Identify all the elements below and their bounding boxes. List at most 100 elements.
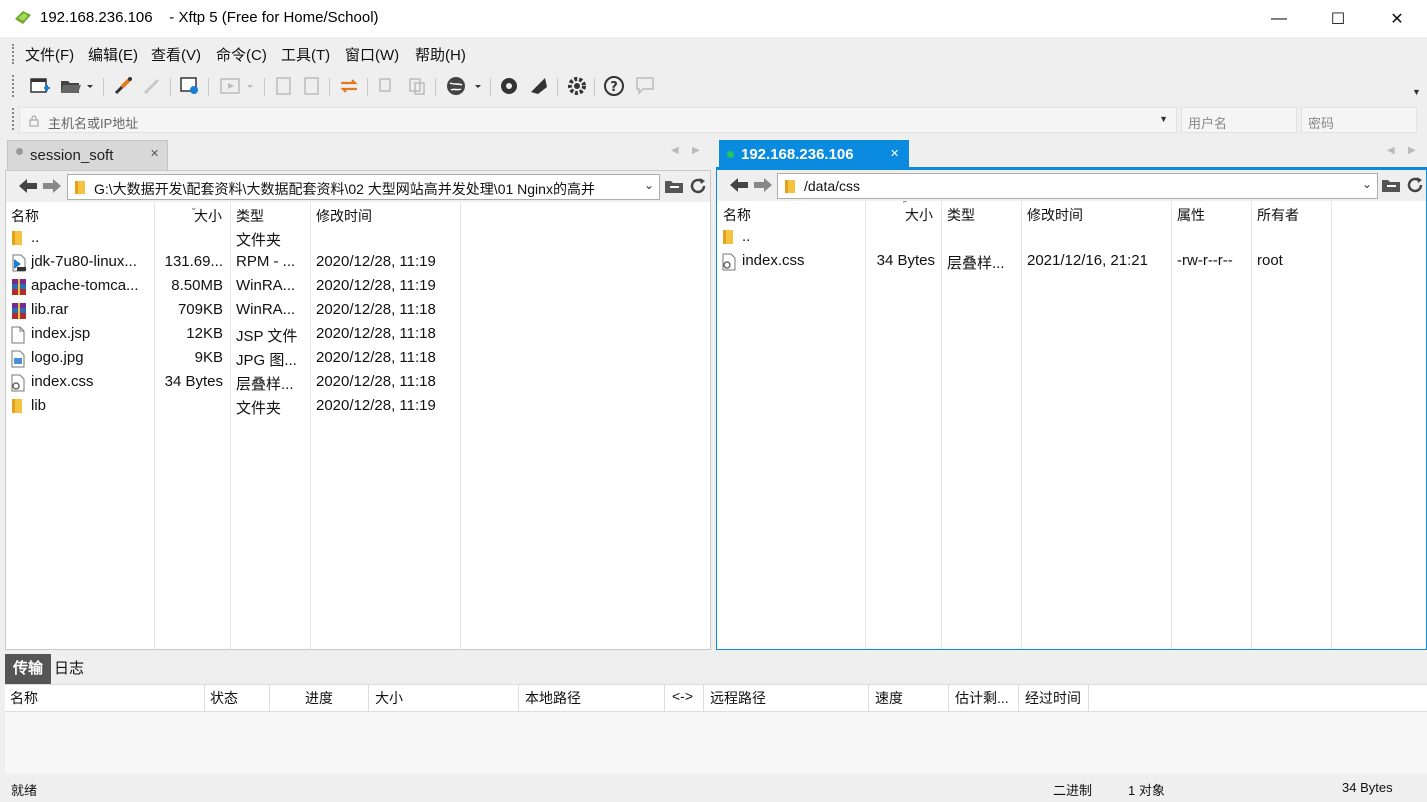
back-arrow-icon[interactable]	[728, 176, 750, 194]
column-header-name[interactable]: 名称	[723, 205, 751, 225]
host-input[interactable]: 主机名或IP地址 ▼	[19, 107, 1177, 133]
column-header-name[interactable]: 名称	[11, 206, 39, 226]
file-row[interactable]: index.css 34 Bytes 层叠样... 2021/12/16, 21:21…	[717, 249, 1426, 273]
host-dropdown-icon[interactable]: ▼	[1159, 114, 1168, 124]
column-header-size[interactable]: 大小	[905, 205, 933, 225]
upload-button[interactable]	[272, 74, 296, 98]
connected-dot-icon	[727, 151, 734, 158]
copy-button[interactable]	[375, 74, 399, 98]
refresh-icon[interactable]	[688, 176, 708, 196]
local-file-list: 名称 ⌄ 大小 类型 修改时间 .. 文件夹 jdk-7u80-linux... 13…	[6, 202, 710, 649]
xshell-button[interactable]	[497, 74, 521, 98]
column-header-type[interactable]: 类型	[947, 205, 975, 225]
tab-scroll-left-icon[interactable]: ◀	[671, 145, 679, 156]
column-header-type[interactable]: 类型	[236, 206, 264, 226]
session-properties-button[interactable]	[178, 74, 202, 98]
column-divider	[518, 684, 519, 712]
menu-tools[interactable]: 工具(T)	[281, 44, 330, 65]
status-bar: 就绪 二进制 1 对象 34 Bytes	[0, 774, 1427, 802]
file-row[interactable]: jdk-7u80-linux... 131.69... RPM - ... 2020/…	[6, 250, 710, 274]
transfer-list	[5, 712, 1427, 774]
file-row[interactable]: lib 文件夹 2020/12/28, 11:19	[6, 394, 710, 418]
file-row[interactable]: index.jsp 12KB JSP 文件 2020/12/28, 11:18	[6, 322, 710, 346]
menu-help[interactable]: 帮助(H)	[415, 44, 466, 65]
open-folder-icon[interactable]	[1381, 176, 1403, 194]
transfer-col-remote-path[interactable]: 远程路径	[710, 688, 766, 708]
username-input[interactable]: 用户名	[1181, 107, 1297, 133]
download-button[interactable]	[300, 74, 324, 98]
transfer-col-progress[interactable]: 进度	[305, 688, 333, 708]
forward-arrow-icon[interactable]	[752, 176, 774, 194]
transfer-col-speed[interactable]: 速度	[875, 688, 903, 708]
transfer-col-size[interactable]: 大小	[375, 688, 403, 708]
tab-transfers[interactable]: 传输	[5, 654, 52, 684]
file-modified: 2020/12/28, 11:18	[316, 349, 436, 366]
menu-edit[interactable]: 编辑(E)	[88, 44, 138, 65]
refresh-icon[interactable]	[1405, 175, 1425, 195]
column-header-size[interactable]: 大小	[194, 206, 222, 226]
transfer-col-local-path[interactable]: 本地路径	[525, 688, 581, 708]
column-header-modified[interactable]: 修改时间	[1027, 205, 1083, 225]
tab-local-session[interactable]: session_soft ✕	[7, 140, 168, 170]
new-session-button[interactable]	[28, 74, 52, 98]
minimize-button[interactable]: —	[1256, 0, 1302, 37]
transfer-col-status[interactable]: 状态	[210, 688, 238, 708]
archive-icon	[10, 301, 26, 319]
column-header-attributes[interactable]: 属性	[1177, 205, 1205, 225]
options-button[interactable]	[565, 74, 589, 98]
transfer-col-eta[interactable]: 估计剩...	[955, 688, 1009, 708]
tab-remote-session[interactable]: 192.168.236.106 ✕	[719, 140, 909, 170]
toolbar-overflow-icon[interactable]: ▼	[1412, 87, 1421, 97]
local-path-field[interactable]: G:\大数据开发\配套资料\大数据配套资料\02 大型网站高并发处理\01 Ng…	[67, 174, 660, 200]
menu-window[interactable]: 窗口(W)	[345, 44, 399, 65]
open-session-button[interactable]	[58, 74, 96, 98]
help-button[interactable]: ?	[602, 74, 626, 98]
open-folder-icon[interactable]	[664, 177, 686, 195]
transfer-col-name[interactable]: 名称	[10, 688, 38, 708]
tab-scroll-left-icon[interactable]: ◀	[1387, 145, 1395, 156]
file-row[interactable]: .. 文件夹	[6, 226, 710, 250]
path-dropdown-icon[interactable]: ⌄	[1362, 177, 1372, 191]
back-arrow-icon[interactable]	[17, 177, 39, 195]
tab-scroll-right-icon[interactable]: ▶	[1408, 145, 1416, 156]
menu-command[interactable]: 命令(C)	[216, 44, 267, 65]
tab-close-icon[interactable]: ✕	[890, 147, 899, 160]
tab-close-icon[interactable]: ✕	[150, 147, 159, 160]
file-row[interactable]: ..	[717, 225, 1426, 249]
path-dropdown-icon[interactable]: ⌄	[644, 178, 654, 192]
new-session-icon	[30, 78, 50, 93]
forward-arrow-icon[interactable]	[41, 177, 63, 195]
remote-path-field[interactable]: /data/css ⌄	[777, 173, 1378, 199]
encoding-button[interactable]	[444, 74, 484, 98]
tab-log[interactable]: 日志	[46, 654, 92, 684]
transfer-col-direction[interactable]: <->	[672, 688, 693, 704]
transfer-col-elapsed[interactable]: 经过时间	[1025, 688, 1081, 708]
folder-open-icon	[61, 81, 93, 93]
file-row[interactable]: logo.jpg 9KB JPG 图... 2020/12/28, 11:18	[6, 346, 710, 370]
local-path-text: G:\大数据开发\配套资料\大数据配套资料\02 大型网站高并发处理\01 Ng…	[94, 181, 595, 197]
menu-view[interactable]: 查看(V)	[151, 44, 201, 65]
connect-button[interactable]	[111, 74, 135, 98]
sync-button[interactable]	[337, 74, 361, 98]
tab-scroll-right-icon[interactable]: ▶	[692, 145, 700, 156]
file-row[interactable]: index.css 34 Bytes 层叠样... 2020/12/28, 11:18	[6, 370, 710, 394]
password-input[interactable]: 密码	[1301, 107, 1417, 133]
maximize-button[interactable]: ☐	[1315, 0, 1361, 37]
transfer-button[interactable]	[218, 74, 256, 98]
toolbar-separator	[594, 78, 595, 96]
file-panes: session_soft ✕ ◀ ▶ 192.168.236.106 ✕ ◀ ▶…	[0, 136, 1427, 650]
file-attributes: -rw-r--r--	[1177, 252, 1233, 269]
column-divider	[664, 684, 665, 712]
paste-button[interactable]	[405, 74, 429, 98]
chat-button[interactable]	[633, 74, 657, 98]
close-button[interactable]: ✕	[1374, 0, 1420, 37]
file-row[interactable]: lib.rar 709KB WinRA... 2020/12/28, 11:18	[6, 298, 710, 322]
file-size: 34 Bytes	[876, 252, 935, 269]
file-row[interactable]: apache-tomca... 8.50MB WinRA... 2020/12/28,…	[6, 274, 710, 298]
column-header-modified[interactable]: 修改时间	[316, 206, 372, 226]
menu-file[interactable]: 文件(F)	[25, 44, 74, 65]
xftp-button[interactable]	[527, 74, 551, 98]
disconnect-button[interactable]	[140, 74, 164, 98]
file-modified: 2020/12/28, 11:19	[316, 253, 436, 270]
column-header-owner[interactable]: 所有者	[1257, 205, 1299, 225]
